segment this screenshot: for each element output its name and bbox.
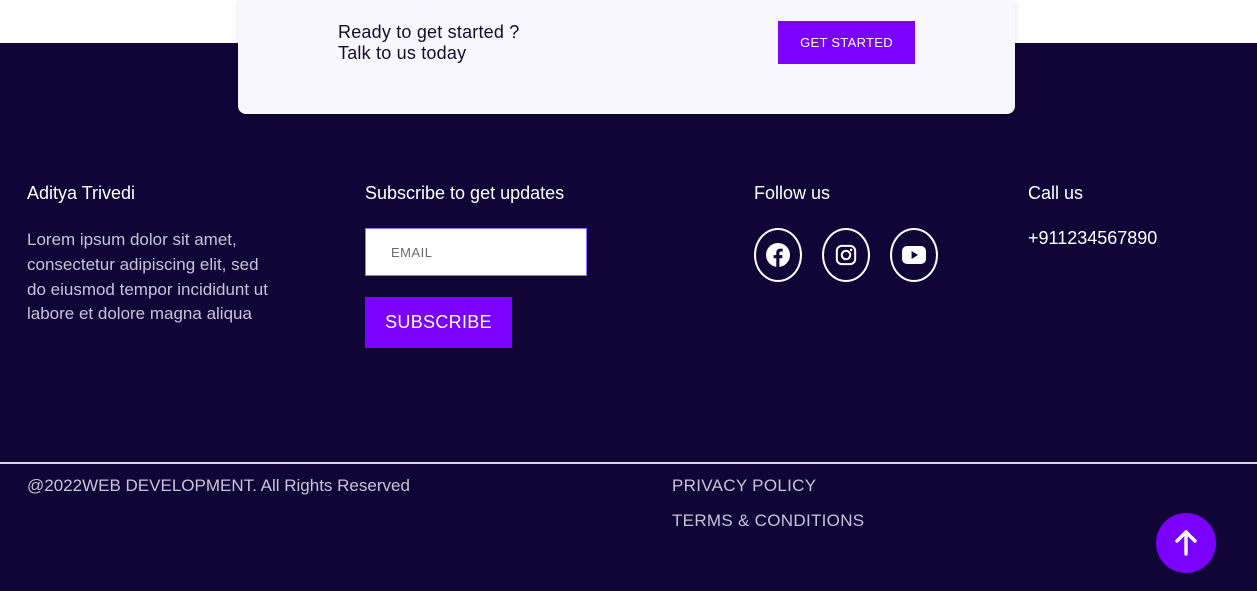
follow-title: Follow us (754, 183, 831, 203)
about-title: Aditya Trivedi (27, 183, 136, 203)
subscribe-title: Subscribe to get updates (365, 183, 565, 203)
about-text: Lorem ipsum dolor sit amet, consectetur … (27, 230, 268, 324)
cta-line-1: Ready to get started ? (338, 22, 520, 42)
cta-text: Ready to get started ? Talk to us today (338, 22, 520, 64)
terms-conditions-link[interactable]: TERMS & CONDITIONS (672, 511, 864, 531)
instagram-icon (835, 244, 857, 266)
privacy-policy-link[interactable]: PRIVACY POLICY (672, 476, 816, 496)
copyright-text: @2022WEB DEVELOPMENT. All Rights Reserve… (27, 476, 410, 495)
phone-number: +911234567890 (1028, 228, 1158, 248)
footer-divider (0, 462, 1257, 464)
contact-title: Call us (1028, 183, 1084, 203)
instagram-link[interactable] (822, 228, 870, 282)
email-field[interactable] (365, 228, 587, 276)
youtube-icon (902, 246, 926, 264)
cta-card: Ready to get started ? Talk to us today … (238, 0, 1015, 114)
scroll-to-top-button[interactable] (1156, 513, 1216, 573)
arrow-up-icon (1175, 530, 1197, 556)
facebook-link[interactable] (754, 228, 802, 282)
youtube-link[interactable] (890, 228, 938, 282)
cta-line-2: Talk to us today (338, 43, 467, 63)
facebook-icon (766, 243, 790, 267)
subscribe-button[interactable]: SUBSCRIBE (365, 297, 512, 348)
get-started-button[interactable]: GET STARTED (778, 21, 915, 64)
